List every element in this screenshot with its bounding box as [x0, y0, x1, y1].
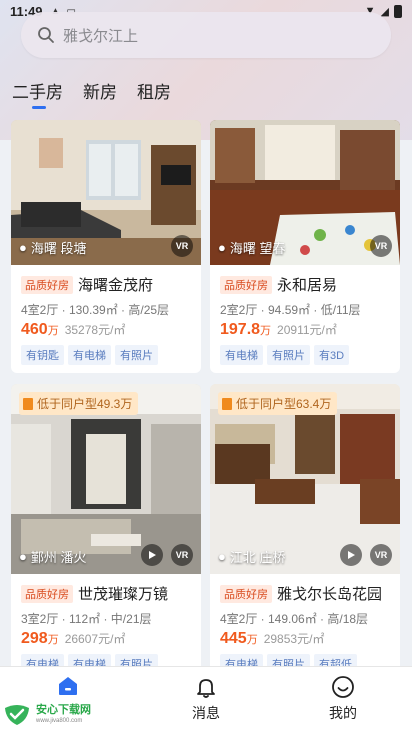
- listing-meta: 4室2厅 · 130.39㎡ · 高/25层: [21, 303, 170, 317]
- listing-title: 海曙金茂府: [78, 277, 154, 294]
- listing-price: 460万: [21, 321, 59, 338]
- listing-card[interactable]: ● 海曙 段塘 VR 品质好房 海曙金茂府 4室2厅 · 130.39㎡ · 高…: [11, 120, 201, 373]
- vr-icon[interactable]: VR: [171, 544, 193, 566]
- listing-location: ● 鄞州 潘火: [19, 549, 87, 565]
- listing-card[interactable]: 低于同户型63.4万 ● 江北 庄桥 VR 品质好房 雅戈尔长岛花园 4室2厅 …: [210, 384, 400, 666]
- bell-icon: [197, 679, 215, 698]
- search-placeholder: 雅戈尔江上: [63, 27, 139, 45]
- quality-badge: 品质好房: [220, 275, 272, 294]
- nav-messages[interactable]: 消息: [166, 675, 246, 723]
- watermark-logo: 安心下载网 www.jiva800.com: [2, 702, 91, 726]
- battery-icon: [394, 4, 402, 18]
- tab-second-hand[interactable]: 二手房: [12, 78, 63, 109]
- listing-grid: ● 海曙 段塘 VR 品质好房 海曙金茂府 4室2厅 · 130.39㎡ · 高…: [0, 120, 412, 666]
- listing-price: 445万: [220, 630, 258, 647]
- listing-title: 雅戈尔长岛花园: [277, 586, 383, 603]
- listing-tabs: 二手房 新房 租房: [0, 78, 412, 114]
- listing-tag: 有照片: [267, 654, 310, 666]
- play-icon[interactable]: [340, 544, 362, 566]
- location-pin-icon: ●: [218, 549, 226, 564]
- bookmark-icon: [222, 397, 232, 410]
- listing-tag: 有电梯: [220, 345, 263, 365]
- vr-icon[interactable]: VR: [370, 235, 392, 257]
- listing-photo: 低于同户型63.4万 ● 江北 庄桥 VR: [210, 384, 400, 574]
- vr-icon[interactable]: VR: [171, 235, 193, 257]
- play-icon[interactable]: [141, 544, 163, 566]
- listing-meta: 3室2厅 · 112㎡ · 中/21层: [21, 612, 152, 626]
- quality-badge: 品质好房: [220, 584, 272, 603]
- quality-badge: 品质好房: [21, 584, 73, 603]
- nav-home[interactable]: [28, 675, 108, 701]
- watermark-text: 安心下载网: [36, 703, 91, 716]
- listing-card[interactable]: ● 海曙 望春 VR 品质好房 永和居易 2室2厅 · 94.59㎡ · 低/1…: [210, 120, 400, 373]
- listing-tag: 有照片: [115, 345, 158, 365]
- listing-card[interactable]: 低于同户型49.3万 ● 鄞州 潘火 VR 品质好房 世茂璀璨万镜 3室2厅 ·…: [11, 384, 201, 666]
- listing-tag: 有电梯: [68, 654, 111, 666]
- listing-unit-price: 29853元/㎡: [263, 632, 325, 646]
- listing-meta: 4室2厅 · 149.06㎡ · 高/18层: [220, 612, 369, 626]
- listing-location: ● 江北 庄桥: [218, 549, 286, 565]
- listing-photo: 低于同户型49.3万 ● 鄞州 潘火 VR: [11, 384, 201, 574]
- location-pin-icon: ●: [218, 240, 226, 255]
- vr-icon[interactable]: VR: [370, 544, 392, 566]
- location-pin-icon: ●: [19, 549, 27, 564]
- tab-rental[interactable]: 租房: [137, 78, 171, 108]
- listing-tag: 有电梯: [68, 345, 111, 365]
- listing-unit-price: 20911元/㎡: [277, 323, 337, 337]
- listing-price: 197.8万: [220, 321, 272, 338]
- listing-meta: 2室2厅 · 94.59㎡ · 低/11层: [220, 303, 361, 317]
- listing-tag: 有照片: [267, 345, 310, 365]
- location-pin-icon: ●: [19, 240, 27, 255]
- listing-unit-price: 35278元/㎡: [64, 323, 126, 337]
- watermark-url: www.jiva800.com: [36, 717, 83, 724]
- nav-profile[interactable]: 我的: [303, 675, 383, 723]
- listing-tag: 有电梯: [220, 654, 263, 666]
- listing-tag: 有超低: [314, 654, 357, 666]
- home-icon: [59, 677, 77, 695]
- signal-icon: ◢: [380, 5, 389, 18]
- search-icon: [38, 27, 54, 43]
- shield-logo-icon: [5, 705, 29, 725]
- listing-tag: 有照片: [115, 654, 158, 666]
- price-drop-badge: 低于同户型63.4万: [218, 392, 338, 415]
- quality-badge: 品质好房: [21, 275, 73, 294]
- listing-location: ● 海曙 段塘: [19, 240, 87, 256]
- search-input[interactable]: 雅戈尔江上: [21, 12, 391, 58]
- listing-tag: 有钥匙: [21, 345, 64, 365]
- price-drop-badge: 低于同户型49.3万: [19, 392, 139, 415]
- tab-new-home[interactable]: 新房: [83, 78, 117, 108]
- listing-title: 永和居易: [277, 277, 338, 294]
- listing-tag: 有电梯: [21, 654, 64, 666]
- bookmark-icon: [23, 397, 33, 410]
- listing-unit-price: 26607元/㎡: [64, 632, 126, 646]
- listing-title: 世茂璀璨万镜: [78, 586, 169, 603]
- listing-photo: ● 海曙 段塘 VR: [11, 120, 201, 265]
- smile-icon: [332, 676, 354, 698]
- listing-photo: ● 海曙 望春 VR: [210, 120, 400, 265]
- listing-price: 298万: [21, 630, 59, 647]
- listing-location: ● 海曙 望春: [218, 240, 286, 256]
- listing-tag: 有3D: [314, 345, 350, 365]
